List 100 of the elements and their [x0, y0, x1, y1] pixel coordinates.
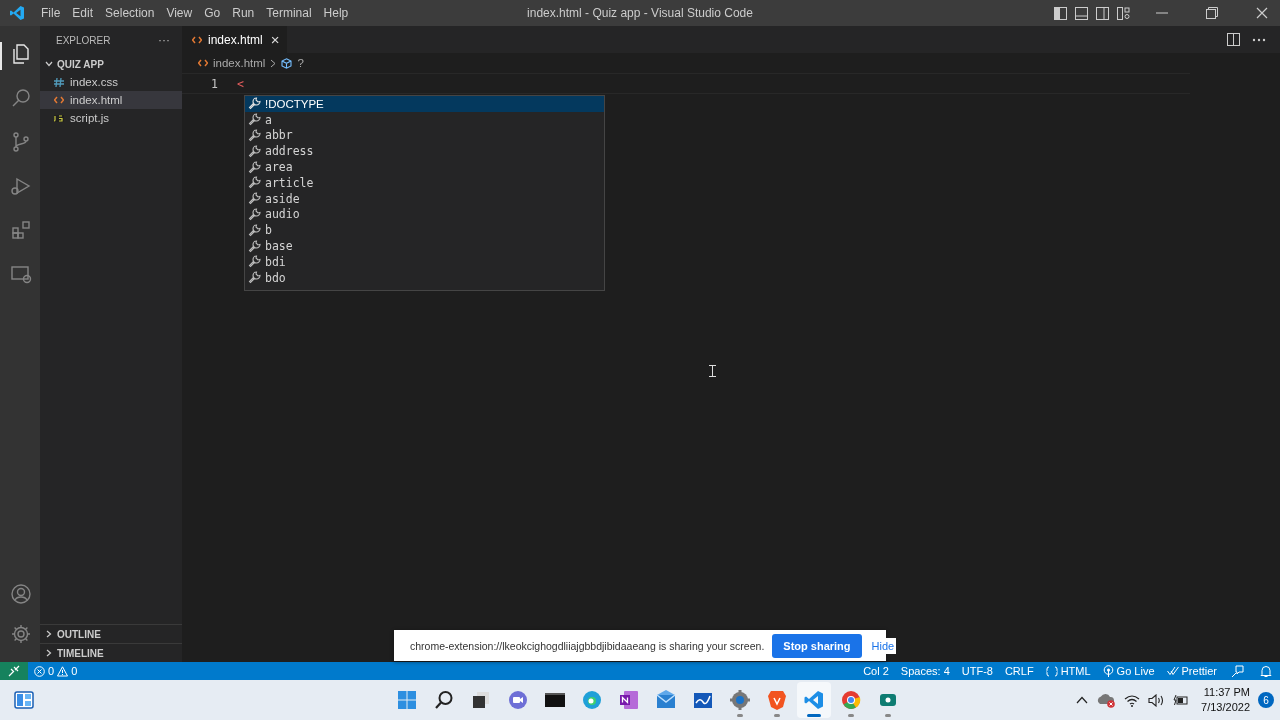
suggestion-label: b [265, 223, 272, 238]
suggestion-label: area [265, 160, 293, 175]
folder-header[interactable]: QUIZ APP [40, 55, 182, 73]
suggestion-label: article [265, 175, 314, 190]
angle-brackets-icon [192, 35, 202, 44]
menu-item[interactable]: View [160, 6, 199, 20]
stop-sharing-button[interactable]: Stop sharing [772, 633, 862, 658]
notification-count[interactable]: 6 [1258, 692, 1274, 708]
hide-button[interactable]: Hide [869, 637, 897, 654]
text-cursor-icon [709, 365, 716, 377]
menu-item[interactable]: Terminal [260, 6, 318, 20]
menu-item[interactable]: Edit [66, 6, 100, 20]
menu-item[interactable]: Run [226, 6, 261, 20]
double-check-icon [1166, 666, 1179, 676]
chevron-right-icon [270, 58, 277, 68]
suggestion-item[interactable]: aside [245, 190, 604, 207]
status-item[interactable]: UTF-8 [955, 665, 999, 677]
error-count: 0 [48, 665, 55, 677]
symbol-icon [281, 57, 293, 69]
hash-icon [54, 77, 64, 87]
wrench-icon [248, 271, 261, 285]
split-editor-icon[interactable] [1227, 33, 1240, 46]
menu-item[interactable]: Selection [99, 6, 161, 20]
suggestion-item[interactable]: area [245, 159, 604, 175]
status-item[interactable]: HTML [1039, 665, 1097, 677]
breadcrumb-file[interactable]: index.html [213, 57, 266, 69]
cloud-error-icon[interactable] [1096, 692, 1117, 708]
suggestion-label: a [265, 112, 272, 127]
volume-icon[interactable] [1148, 693, 1166, 707]
chevron-down-icon [44, 59, 54, 69]
menu-item[interactable]: File [35, 6, 67, 20]
suggestion-item[interactable]: a [245, 111, 604, 128]
suggestion-item[interactable]: bdo [245, 269, 604, 286]
suggestion-item[interactable]: !DOCTYPE [245, 96, 604, 112]
close-tab-button[interactable]: × [270, 31, 280, 48]
suggestion-label: bdo [265, 270, 286, 285]
toggle-panel-icon[interactable] [1075, 6, 1088, 20]
problems-indicator[interactable]: 0 0 [28, 665, 84, 677]
status-item[interactable]: CRLF [998, 665, 1040, 677]
js-file-icon [54, 113, 64, 123]
status-item[interactable]: Col 2 [857, 665, 895, 677]
more-actions-button[interactable]: ··· [158, 33, 170, 47]
vscode-logo-icon [9, 5, 25, 21]
remote-indicator-icon[interactable] [0, 662, 28, 680]
breadcrumb-symbol[interactable]: ? [297, 57, 304, 69]
code-text: < [237, 76, 244, 91]
wrench-icon [248, 160, 261, 174]
battery-icon[interactable] [1173, 693, 1190, 707]
explorer-title: EXPLORER [56, 34, 111, 46]
folder-name: QUIZ APP [57, 58, 104, 70]
tab-label: index.html [208, 32, 263, 47]
status-item[interactable]: Spaces: 4 [894, 665, 956, 677]
clock-date[interactable]: 7/13/2022 [1201, 700, 1250, 715]
explorer-file[interactable]: script.js [40, 109, 182, 127]
explorer-file[interactable]: index.css [40, 73, 182, 91]
suggestion-label: address [265, 144, 314, 159]
clock-time[interactable]: 11:37 PM [1203, 685, 1250, 700]
wrench-icon [248, 113, 261, 127]
suggestion-item[interactable]: address [245, 143, 604, 160]
widgets-icon[interactable] [14, 691, 34, 709]
menu-item[interactable]: Go [198, 6, 227, 20]
suggestion-label: bdi [265, 254, 286, 269]
wrench-icon [248, 192, 261, 206]
suggestion-label: base [265, 239, 293, 254]
close-icon[interactable] [1256, 7, 1268, 19]
suggestion-label: abbr [265, 128, 293, 143]
more-actions-icon[interactable] [1252, 37, 1266, 42]
suggestion-item[interactable]: abbr [245, 127, 604, 144]
feedback-icon[interactable] [1231, 664, 1244, 678]
suggestion-item[interactable]: bdi [245, 253, 604, 270]
wrench-icon [248, 223, 261, 237]
explorer-file[interactable]: index.html [40, 91, 182, 109]
editor-tab[interactable]: index.html × [182, 26, 288, 53]
window-title: index.html - Quiz app - Visual Studio Code [527, 6, 753, 20]
suggestion-item[interactable]: b [245, 222, 604, 239]
chevron-up-icon[interactable] [1076, 696, 1089, 704]
section-title: TIMELINE [57, 647, 104, 659]
wrench-icon [248, 239, 261, 253]
section-title: OUTLINE [57, 628, 101, 640]
suggestion-label: aside [265, 191, 300, 206]
toggle-sidebar-icon[interactable] [1054, 6, 1067, 20]
status-item[interactable]: Go Live [1096, 665, 1161, 677]
toggle-secondary-sidebar-icon[interactable] [1096, 6, 1109, 20]
menu-item[interactable]: Help [317, 6, 355, 20]
suggestion-item[interactable]: article [245, 175, 604, 191]
code-editor-icon[interactable] [797, 682, 831, 718]
customize-layout-icon[interactable] [1117, 6, 1130, 20]
wrench-icon [248, 255, 261, 269]
suggestion-item[interactable]: base [245, 238, 604, 254]
share-message: chrome-extension://lkeokcighogdliiajgbbdjibidaaeang is sharing your screen. [410, 639, 765, 652]
restore-icon[interactable] [1206, 7, 1218, 19]
angle-brackets-icon [54, 96, 64, 104]
wrench-icon [248, 144, 261, 158]
suggestion-item[interactable]: audio [245, 206, 604, 223]
line-number: 1 [210, 76, 218, 91]
notification-bell-icon[interactable] [1260, 664, 1272, 678]
wrench-icon [248, 176, 261, 190]
warning-count: 0 [71, 665, 78, 677]
wifi-icon[interactable] [1124, 693, 1141, 707]
status-item[interactable]: Prettier [1160, 665, 1223, 677]
